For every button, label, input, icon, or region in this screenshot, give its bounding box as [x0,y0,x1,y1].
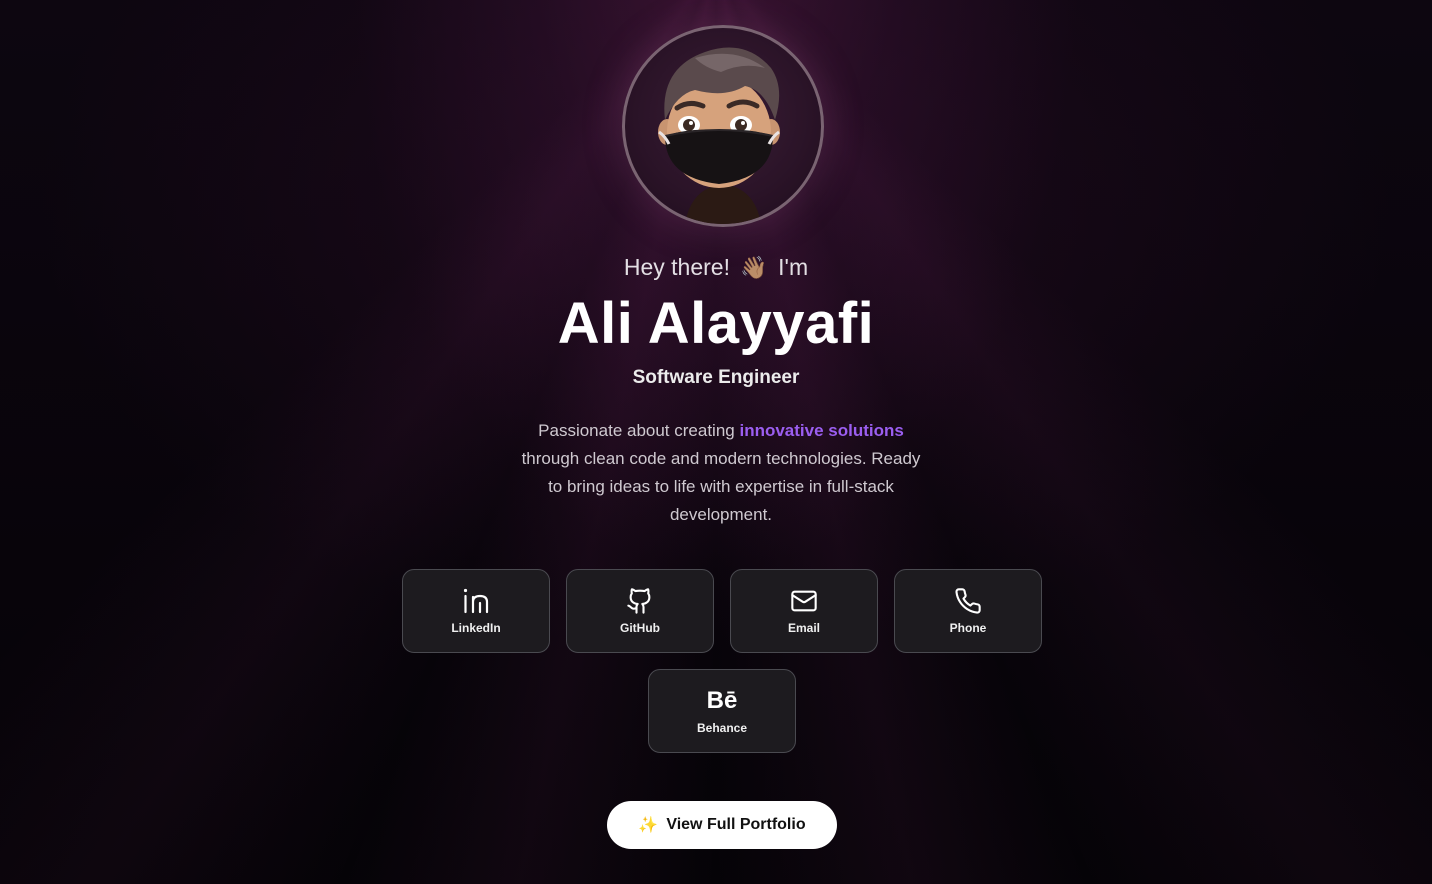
waving-hand-icon: 👋🏽 [740,255,768,280]
behance-button[interactable]: Bē Behance [648,669,796,753]
linkedin-icon [461,587,491,615]
bio-text-start: Passionate about creating [538,421,740,440]
mail-icon [790,587,818,615]
phone-button[interactable]: Phone [894,569,1042,653]
profile-bio: Passionate about creating innovative sol… [516,417,926,529]
behance-glyph: Bē [706,687,738,714]
view-full-portfolio-button[interactable]: ✨ View Full Portfolio [607,801,837,849]
profile-name: Ali Alayyafi [557,291,875,356]
greeting-prefix: Hey there! [623,254,730,280]
view-full-portfolio-label: View Full Portfolio [666,816,806,833]
linkedin-button[interactable]: LinkedIn [402,569,550,653]
memoji-avatar-icon [658,47,780,224]
linkedin-label: LinkedIn [451,621,501,635]
bio-highlight: innovative solutions [739,421,904,440]
github-button[interactable]: GitHub [566,569,714,653]
email-label: Email [787,621,820,635]
phone-label: Phone [949,621,987,635]
profile-role: Software Engineer [632,367,800,388]
bio-text-end: through clean code and modern technologi… [521,449,921,524]
github-icon [626,587,654,615]
phone-icon [954,587,982,615]
behance-icon: Bē [707,687,738,715]
greeting-suffix: I'm [778,254,809,280]
avatar [622,25,824,227]
email-button[interactable]: Email [730,569,878,653]
sparkles-icon: ✨ [638,817,659,834]
github-label: GitHub [620,621,660,635]
greeting: Hey there! 👋🏽 I'm [0,254,1432,281]
behance-label: Behance [696,721,748,735]
